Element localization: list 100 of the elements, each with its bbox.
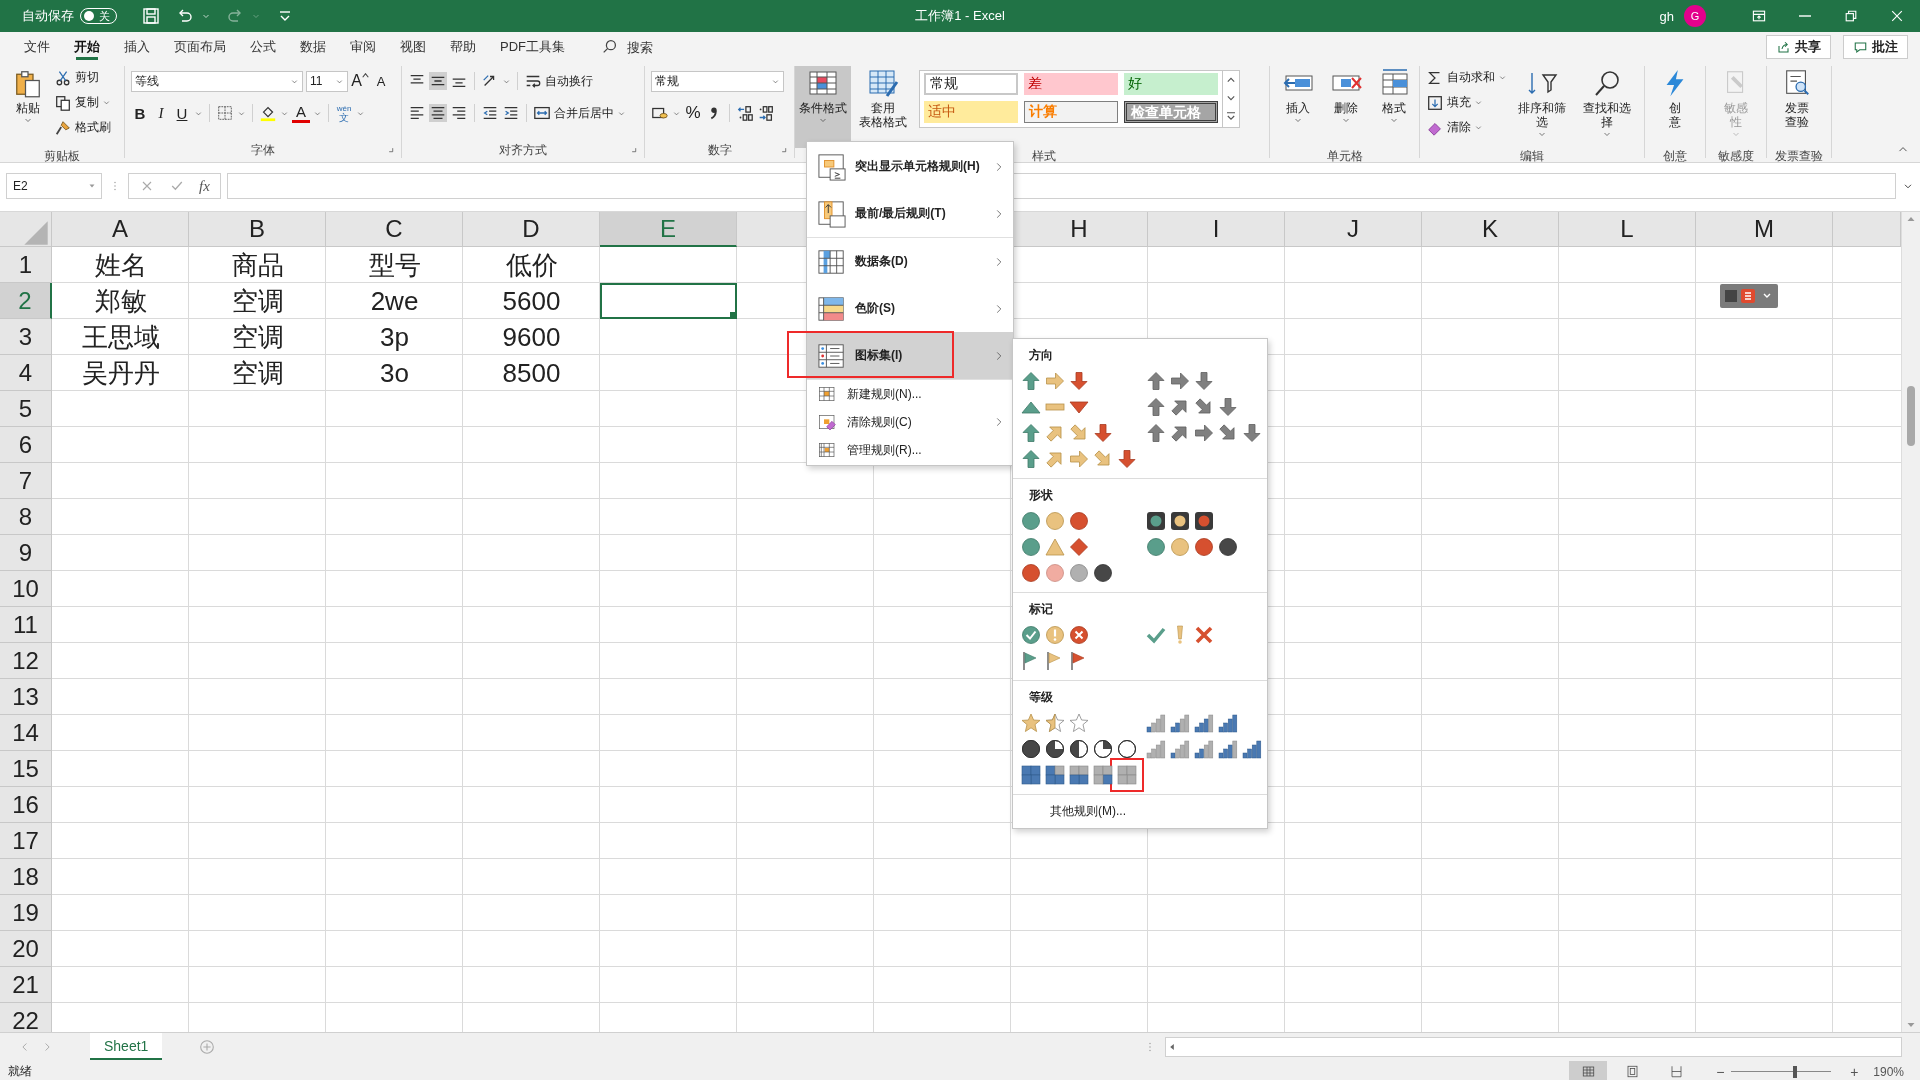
ribbon-tab[interactable]: 插入 (112, 32, 162, 62)
table-cell-text: 郑敏 (94, 284, 147, 318)
insert-function-button[interactable]: fx (199, 177, 210, 195)
ribbon-tab[interactable]: 页面布局 (162, 32, 238, 62)
column-header[interactable]: I (1148, 212, 1285, 247)
row-header[interactable]: 3 (0, 319, 52, 355)
zoom-level[interactable]: 190% (1873, 1064, 1904, 1079)
ribbon-tab[interactable]: 审阅 (338, 32, 388, 62)
cells-button[interactable]: 删除 (1324, 66, 1368, 148)
sheet-tab[interactable]: Sheet1 (90, 1033, 163, 1060)
row-header[interactable]: 11 (0, 607, 52, 643)
row-header[interactable]: 14 (0, 715, 52, 751)
paste-button[interactable]: 粘贴 (6, 66, 50, 148)
group-label: 单元格 (1326, 147, 1363, 165)
row-header[interactable]: 15 (0, 751, 52, 787)
table-cell: 9600 (502, 321, 561, 353)
font-color-button[interactable]: A (292, 103, 310, 123)
grow-font-button[interactable]: A (351, 70, 369, 92)
row-header[interactable]: 2 (0, 283, 52, 319)
column-header[interactable]: M (1696, 212, 1833, 247)
phonetic-button[interactable]: wén 文 (335, 102, 353, 124)
ribbon-tab[interactable]: 开始 (62, 32, 112, 62)
cell-style-option[interactable]: 好 (1124, 73, 1218, 95)
menu-item[interactable]: 图标集(I) (807, 332, 1013, 379)
comments-button[interactable]: 批注 (1843, 35, 1908, 59)
column-header[interactable]: A (52, 212, 189, 247)
cell-style-option[interactable]: 适中 (924, 101, 1018, 123)
row-header[interactable]: 5 (0, 391, 52, 427)
cut-button[interactable]: 剪切 (54, 66, 111, 89)
underline-button[interactable]: U (173, 102, 191, 124)
number-format-field[interactable]: 常规 (651, 70, 784, 92)
section-heading: 形状 (1029, 488, 1053, 502)
row-header[interactable]: 16 (0, 787, 52, 823)
menu-item[interactable]: 色阶(S) (807, 285, 1013, 332)
ribbon-tab[interactable]: 公式 (238, 32, 288, 62)
row-header[interactable]: 4 (0, 355, 52, 391)
row-header[interactable]: 22 (0, 1003, 52, 1032)
row-header[interactable]: 20 (0, 931, 52, 967)
menu-item[interactable]: 管理规则(R)... (807, 436, 1013, 464)
zoom-out-button[interactable]: − (1713, 1063, 1728, 1080)
format-painter-button[interactable]: 格式刷 (54, 116, 111, 139)
row-header[interactable]: 9 (0, 535, 52, 571)
column-header[interactable]: H (1011, 212, 1148, 247)
find-select-button[interactable]: 查找和选择 (1576, 66, 1638, 148)
row-header[interactable]: 6 (0, 427, 52, 463)
font-name-field[interactable]: 等线 (131, 70, 303, 92)
autosum-button[interactable]: 自动求和 (1426, 66, 1507, 89)
row-header[interactable]: 18 (0, 859, 52, 895)
row-header[interactable]: 7 (0, 463, 52, 499)
italic-button[interactable]: I (152, 102, 170, 124)
zoom-in-button[interactable]: + (1847, 1063, 1862, 1080)
table-cell: 3p (380, 321, 409, 353)
fill-button[interactable]: 填充 (1426, 91, 1507, 114)
row-header[interactable]: 21 (0, 967, 52, 1003)
column-header[interactable]: L (1559, 212, 1696, 247)
conditional-formatting-button[interactable]: 条件格式 (795, 66, 851, 148)
menu-item[interactable]: 最前/最后规则(T) (807, 190, 1013, 237)
ribbon-tab[interactable]: 视图 (388, 32, 438, 62)
font-size-field[interactable]: 11 (306, 70, 348, 92)
row-header[interactable]: 13 (0, 679, 52, 715)
percent-button[interactable]: % (684, 102, 702, 124)
ribbon-button[interactable]: 创 意 (1653, 66, 1697, 148)
row-header[interactable]: 1 (0, 247, 52, 283)
ribbon-tab[interactable]: 数据 (288, 32, 338, 62)
merge-center-button[interactable]: 合并后居中 (533, 101, 626, 125)
group-label: 对齐方式 (499, 141, 547, 159)
menu-item[interactable]: 清除规则(C) (807, 408, 1013, 436)
cells-button[interactable]: 格式 (1372, 66, 1416, 148)
search-field[interactable]: 搜索 (625, 38, 709, 56)
column-header[interactable]: J (1285, 212, 1422, 247)
table-cell: 5600 (502, 285, 561, 317)
cell-style-option[interactable]: 差 (1024, 73, 1118, 95)
row-header[interactable]: 8 (0, 499, 52, 535)
row-header[interactable]: 10 (0, 571, 52, 607)
row-header[interactable]: 19 (0, 895, 52, 931)
section-heading: 等级 (1029, 690, 1053, 704)
cells-button[interactable]: 插入 (1276, 66, 1320, 148)
wrap-text-button[interactable]: 自动换行 (524, 69, 593, 93)
row-header[interactable]: 12 (0, 643, 52, 679)
column-header[interactable]: B (189, 212, 326, 247)
column-header[interactable]: D (463, 212, 600, 247)
menu-item[interactable]: 其他规则(M)... (1013, 795, 1267, 828)
name-box[interactable]: E2 (6, 173, 102, 199)
row-header[interactable]: 17 (0, 823, 52, 859)
ribbon-tab[interactable]: 文件 (12, 32, 62, 62)
share-button[interactable]: 共享 (1766, 35, 1831, 59)
shrink-font-button[interactable]: A (372, 70, 390, 92)
clear-button[interactable]: 清除 (1426, 116, 1507, 139)
column-header[interactable]: E (600, 212, 737, 247)
column-header[interactable]: C (326, 212, 463, 247)
ribbon-tab[interactable]: 帮助 (438, 32, 488, 62)
bold-button[interactable]: B (131, 102, 149, 124)
sort-filter-button[interactable]: 排序和筛选 (1511, 66, 1573, 148)
cell-style-option[interactable]: 常规 (924, 73, 1018, 95)
copy-button[interactable]: 复制 (54, 91, 111, 114)
column-header[interactable]: K (1422, 212, 1559, 247)
ribbon-button[interactable]: 发票 查验 (1775, 66, 1819, 148)
ribbon-tab[interactable]: PDF工具集 (488, 32, 577, 62)
avatar[interactable]: G (1684, 5, 1706, 27)
menu-item[interactable]: 数据条(D) (807, 237, 1013, 285)
